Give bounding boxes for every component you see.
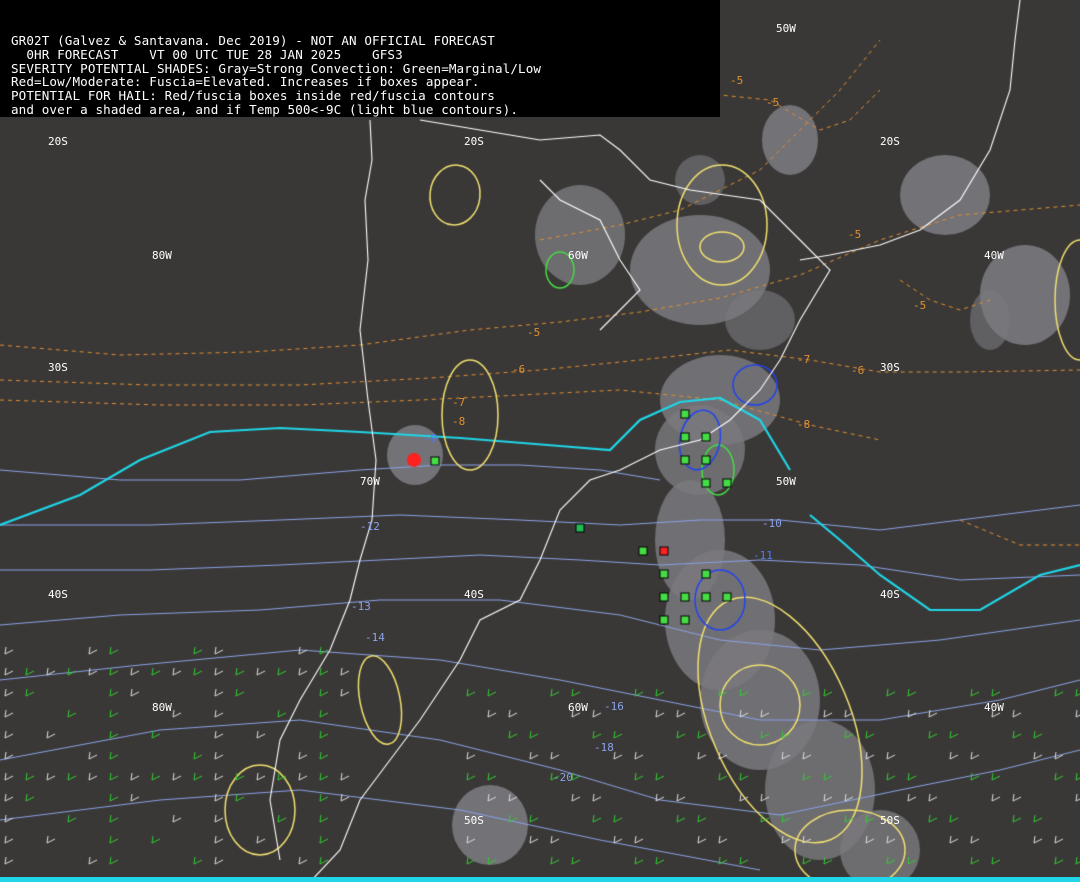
temp500-label: -11 bbox=[753, 549, 773, 562]
lon-label-40w-south: 40W bbox=[984, 701, 1004, 714]
lat-label-20s-east: 20S bbox=[880, 135, 900, 148]
lat-label-50s-east: 50S bbox=[880, 814, 900, 827]
header-hail-legend: POTENTIAL FOR HAIL: Red/fuscia boxes ins… bbox=[11, 88, 495, 104]
header-severity-legend-2: Red=Low/Moderate: Fuscia=Elevated. Incre… bbox=[11, 74, 480, 90]
header-severity-legend: SEVERITY POTENTIAL SHADES: Gray=Strong C… bbox=[11, 60, 542, 76]
isotherm-label: -5 bbox=[913, 299, 927, 312]
lat-label-30s-west: 30S bbox=[48, 361, 68, 374]
lat-label-20s-west: 20S bbox=[48, 135, 68, 148]
lat-label-40s-center: 40S bbox=[464, 588, 484, 601]
isotherm-label: -7 bbox=[797, 353, 811, 366]
header-title: GR02T (Galvez & Santavana. Dec 2019) - N… bbox=[11, 33, 495, 48]
isotherm-label: -5 bbox=[848, 228, 862, 241]
temp500-label: -12 bbox=[360, 520, 380, 533]
lon-label-50w-top: 50W bbox=[776, 22, 796, 35]
lon-label-80w-north: 80W bbox=[152, 249, 172, 262]
temp500-label: -10 bbox=[762, 517, 782, 530]
header-valid-time: 0HR FORECAST VT 00 UTC TUE 28 JAN 2025 G… bbox=[11, 46, 403, 62]
isotherm-label: -7 bbox=[452, 396, 466, 409]
lat-label-40s-east: 40S bbox=[880, 588, 900, 601]
lat-label-20s-center: 20S bbox=[464, 135, 484, 148]
header-hail-legend-2: and over a shaded area, and if Temp 500<… bbox=[11, 101, 519, 117]
temp500-label: -14 bbox=[365, 631, 385, 644]
lon-label-40w-north: 40W bbox=[984, 249, 1004, 262]
lat-label-40s-west: 40S bbox=[48, 588, 68, 601]
temp500-label: -13 bbox=[351, 600, 371, 613]
isotherm-label: -6 bbox=[851, 364, 865, 377]
lon-label-80w-south: 80W bbox=[152, 701, 172, 714]
temp500-label: -16 bbox=[604, 700, 624, 713]
isotherm-label: -5 bbox=[527, 326, 541, 339]
lon-label-60w-south: 60W bbox=[568, 701, 588, 714]
lon-label-60w-north: 60W bbox=[568, 249, 588, 262]
lon-label-70w: 70W bbox=[360, 475, 380, 488]
isotherm-label: -8 bbox=[452, 415, 466, 428]
isotherm-label: -5 bbox=[730, 74, 744, 87]
temp500-label: -18 bbox=[594, 741, 614, 754]
lat-label-30s-east: 30S bbox=[880, 361, 900, 374]
isotherm-label: -6 bbox=[512, 363, 526, 376]
temp500-label: -9 bbox=[424, 432, 438, 445]
lat-label-50s-center: 50S bbox=[464, 814, 484, 827]
isotherm-label: -8 bbox=[797, 418, 811, 431]
lon-label-50w-mid: 50W bbox=[776, 475, 796, 488]
temp500-label: -20 bbox=[553, 771, 573, 784]
bottom-border bbox=[0, 877, 1080, 882]
isotherm-label: -5 bbox=[766, 96, 780, 109]
forecast-header: GR02T (Galvez & Santavana. Dec 2019) - N… bbox=[0, 0, 720, 117]
weather-map bbox=[0, 0, 1080, 882]
